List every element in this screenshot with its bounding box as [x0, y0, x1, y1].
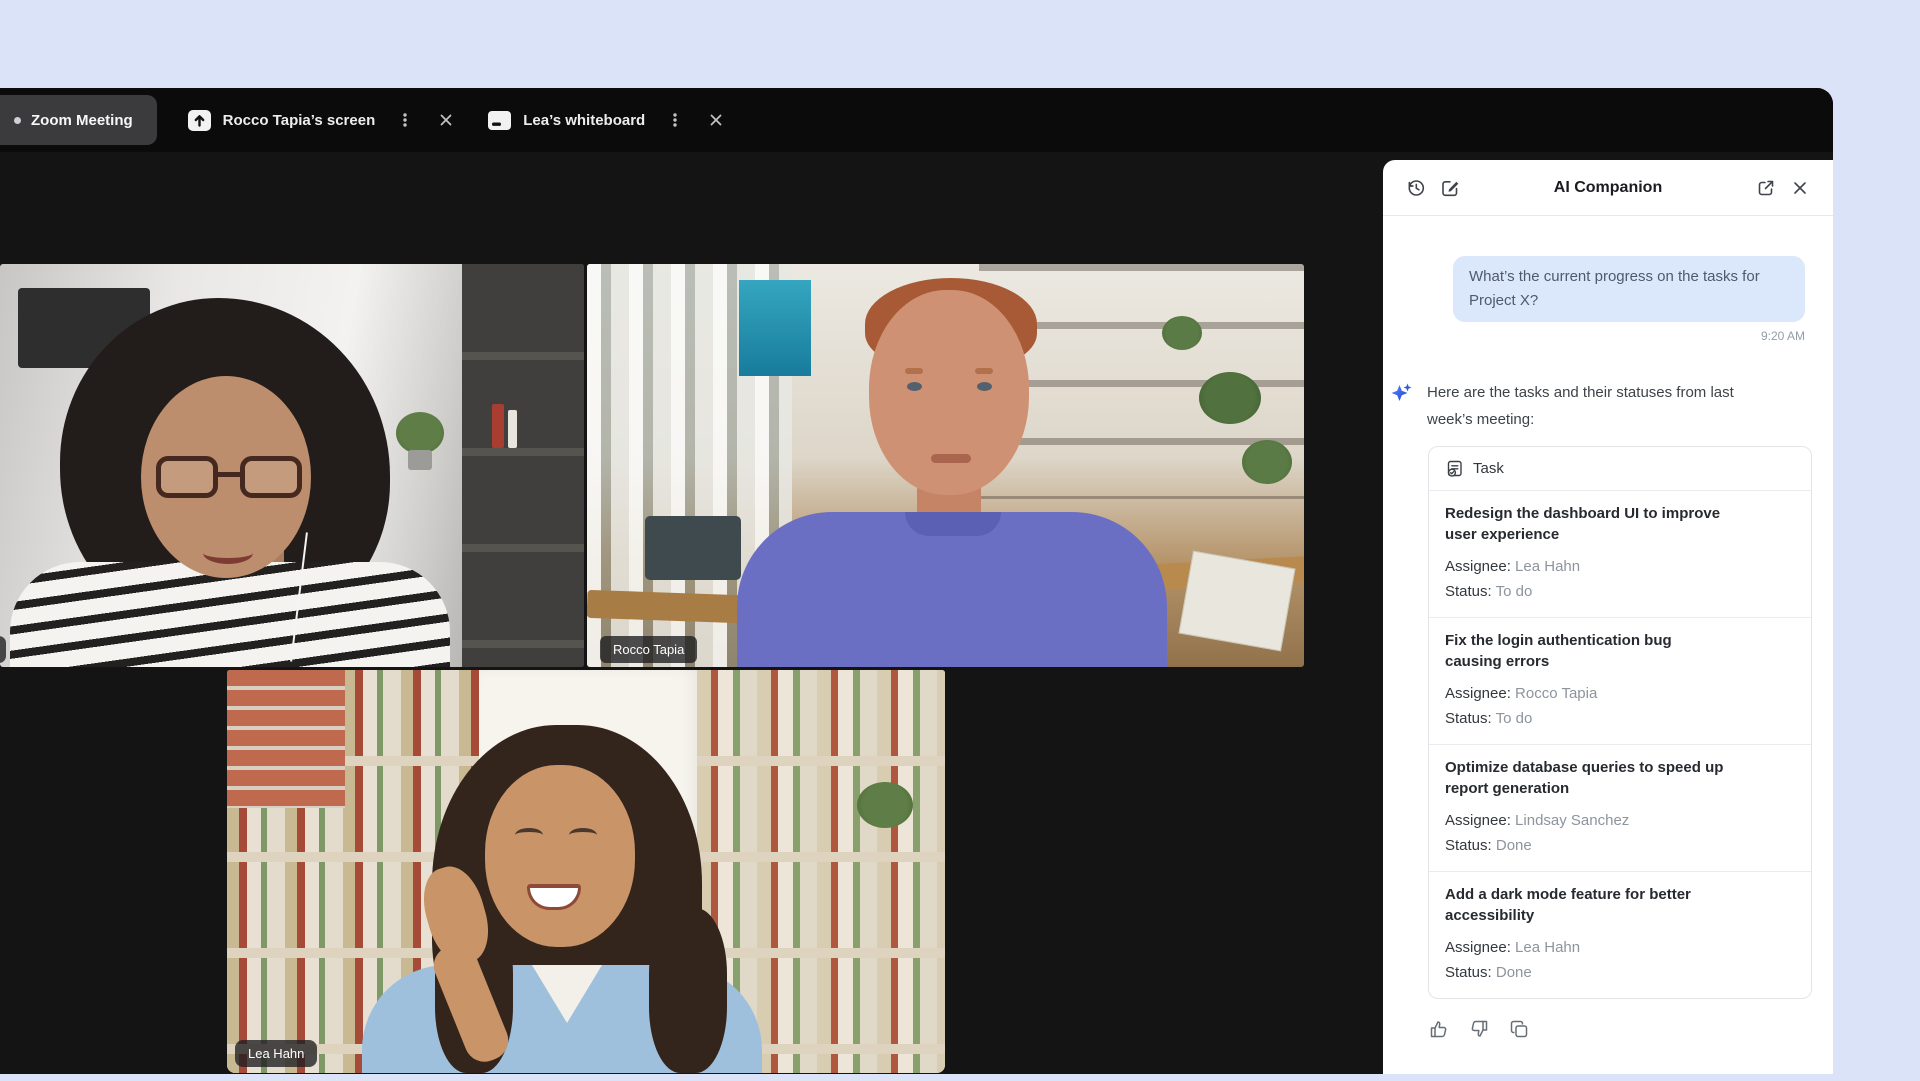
tab-lea-whiteboard[interactable]: Lea’s whiteboard [487, 109, 727, 132]
task-assignee: Assignee: Lea Hahn [1445, 554, 1795, 579]
face-shape [485, 765, 635, 947]
participant-name: Rocco Tapia [600, 636, 697, 663]
ai-panel-header: AI Companion [1383, 160, 1833, 216]
pop-out-icon[interactable] [1749, 171, 1783, 205]
ai-sparkle-icon [1389, 381, 1413, 405]
collar-shape [905, 512, 1001, 536]
eye-shape [977, 382, 992, 391]
thumbs-up-icon[interactable] [1424, 1015, 1454, 1043]
user-message-bubble: What’s the current progress on the tasks… [1453, 256, 1805, 322]
mouth-shape [931, 454, 971, 463]
eye-shape [907, 382, 922, 391]
video-tile-lea[interactable]: Lea Hahn [227, 670, 945, 1073]
share-screen-icon [187, 109, 212, 132]
assistant-message-text: Here are the tasks and their statuses fr… [1427, 379, 1757, 433]
whiteboard-icon [487, 109, 512, 132]
monitor-shape [645, 516, 741, 580]
task-clipboard-icon [1445, 459, 1464, 478]
ai-companion-panel: AI Companion What’s the current progress… [1383, 160, 1833, 1074]
new-chat-icon[interactable] [1433, 171, 1467, 205]
tab-label: Rocco Tapia’s screen [223, 112, 376, 129]
task-card: Task Redesign the dashboard UI to improv… [1428, 446, 1812, 999]
plant-shape [857, 782, 913, 828]
task-title: Fix the login authentication bug causing… [1445, 630, 1725, 672]
task-assignee: Assignee: Lea Hahn [1445, 935, 1795, 960]
close-tab-icon[interactable] [435, 109, 457, 131]
eye-shape [515, 828, 543, 842]
smile-shape [203, 542, 253, 564]
glasses-bridge-shape [214, 472, 244, 477]
history-icon[interactable] [1399, 171, 1433, 205]
book-spine-shape [492, 404, 504, 448]
task-card-title: Task [1473, 460, 1504, 477]
video-tile-lindsay[interactable]: ez [0, 264, 584, 667]
task-title: Redesign the dashboard UI to improve use… [1445, 503, 1725, 545]
eyebrow-shape [905, 368, 923, 374]
kebab-menu-icon[interactable] [394, 109, 416, 131]
tab-rocco-screen[interactable]: Rocco Tapia’s screen [187, 109, 458, 132]
task-status: Status: Done [1445, 833, 1795, 858]
video-tile-rocco[interactable]: Rocco Tapia [587, 264, 1304, 667]
task-assignee: Assignee: Rocco Tapia [1445, 681, 1795, 706]
thumbs-down-icon[interactable] [1464, 1015, 1494, 1043]
close-tab-icon[interactable] [705, 109, 727, 131]
kebab-menu-icon[interactable] [664, 109, 686, 131]
close-icon[interactable] [1783, 171, 1817, 205]
plant-pot-shape [408, 450, 432, 470]
task-assignee: Assignee: Lindsay Sanchez [1445, 808, 1795, 833]
active-dot-icon [14, 117, 21, 124]
poster-shape [739, 280, 811, 376]
participant-name: Lea Hahn [235, 1040, 317, 1067]
task-status: Status: To do [1445, 579, 1795, 604]
tab-label: Lea’s whiteboard [523, 112, 645, 129]
ai-chat-body: What’s the current progress on the tasks… [1383, 216, 1833, 1043]
hair-strand-shape [649, 908, 727, 1073]
response-actions [1424, 1015, 1833, 1043]
book-spine-shape [508, 410, 517, 448]
task-row: Redesign the dashboard UI to improve use… [1429, 491, 1811, 618]
task-title: Add a dark mode feature for better acces… [1445, 884, 1725, 926]
eyebrow-shape [975, 368, 993, 374]
glasses-shape [240, 456, 302, 498]
task-card-header: Task [1429, 447, 1811, 491]
plant-shape [396, 412, 444, 454]
tab-zoom-meeting[interactable]: Zoom Meeting [0, 95, 157, 145]
task-row: Optimize database queries to speed up re… [1429, 745, 1811, 872]
plant-shape [1242, 440, 1292, 484]
window-tab-bar: Zoom Meeting Rocco Tapia’s screen Lea’s … [0, 88, 1833, 152]
assistant-message: Here are the tasks and their statuses fr… [1389, 379, 1833, 433]
glasses-shape [156, 456, 218, 498]
drafting-board-shape [1178, 551, 1295, 652]
task-row: Fix the login authentication bug causing… [1429, 618, 1811, 745]
copy-icon[interactable] [1504, 1015, 1534, 1043]
tab-label: Zoom Meeting [31, 112, 133, 129]
task-row: Add a dark mode feature for better acces… [1429, 872, 1811, 998]
task-title: Optimize database queries to speed up re… [1445, 757, 1725, 799]
plant-shape [1162, 316, 1202, 350]
eye-shape [569, 828, 597, 842]
task-status: Status: To do [1445, 706, 1795, 731]
bookshelf-shape [462, 264, 584, 667]
face-shape [869, 290, 1029, 495]
task-status: Status: Done [1445, 960, 1795, 985]
brick-wall-shape [227, 670, 345, 808]
message-timestamp: 9:20 AM [1383, 329, 1805, 343]
participant-name-partial: ez [0, 636, 6, 663]
plant-shape [1199, 372, 1261, 424]
